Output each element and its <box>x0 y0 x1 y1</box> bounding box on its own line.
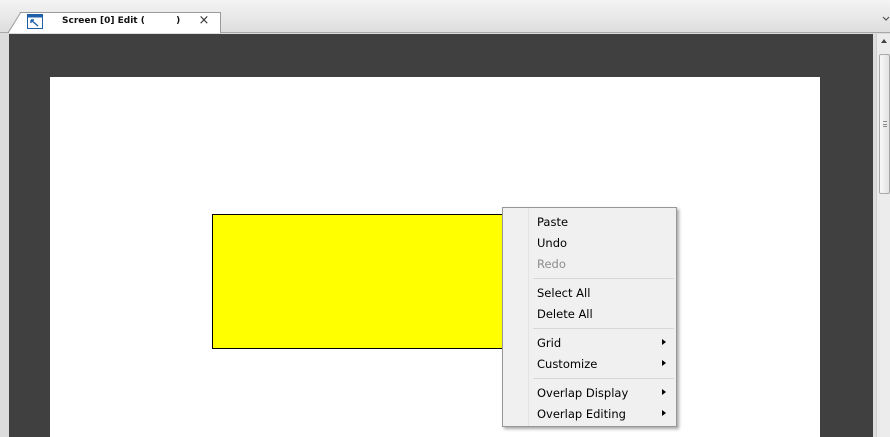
menu-item-label: Select All <box>537 286 591 300</box>
menu-item-grid[interactable]: Grid <box>505 332 674 353</box>
menu-item-label: Undo <box>537 236 568 250</box>
menu-item-label: Overlap Editing <box>537 407 626 421</box>
menu-item-redo: Redo <box>505 253 674 274</box>
scrollbar-thumb[interactable] <box>879 54 890 194</box>
tab-title: Screen [0] Edit ( ) <box>62 16 181 26</box>
menu-item-undo[interactable]: Undo <box>505 232 674 253</box>
context-menu: Paste Undo Redo Select All Delete All Gr… <box>502 207 677 427</box>
menu-separator <box>533 328 674 329</box>
menu-separator <box>533 278 674 279</box>
menu-item-overlap-display[interactable]: Overlap Display <box>505 382 674 403</box>
submenu-arrow-icon <box>662 360 666 366</box>
vertical-scrollbar[interactable] <box>876 34 890 437</box>
menu-item-label: Redo <box>537 257 566 271</box>
menu-item-label: Delete All <box>537 307 593 321</box>
scroll-up-arrow-icon[interactable] <box>877 34 890 48</box>
menu-item-label: Grid <box>537 336 562 350</box>
menu-item-delete-all[interactable]: Delete All <box>505 303 674 324</box>
close-icon[interactable]: × <box>198 14 210 28</box>
menu-item-label: Paste <box>537 215 569 229</box>
menu-item-select-all[interactable]: Select All <box>505 282 674 303</box>
chevron-down-icon[interactable] <box>882 16 890 22</box>
menu-item-customize[interactable]: Customize <box>505 353 674 374</box>
document-tab-strip: Screen [0] Edit ( ) × <box>0 0 890 33</box>
screen-edit-icon <box>27 14 43 29</box>
submenu-arrow-icon <box>662 339 666 345</box>
tab-edge-shape <box>8 12 22 33</box>
menu-item-label: Overlap Display <box>537 386 629 400</box>
submenu-arrow-icon <box>662 410 666 416</box>
yellow-rectangle-object[interactable] <box>212 214 510 349</box>
submenu-arrow-icon <box>662 389 666 395</box>
menu-item-overlap-editing[interactable]: Overlap Editing <box>505 403 674 424</box>
menu-item-label: Customize <box>537 357 598 371</box>
menu-separator <box>533 378 674 379</box>
menu-item-paste[interactable]: Paste <box>505 211 674 232</box>
grip-icon <box>883 121 887 127</box>
